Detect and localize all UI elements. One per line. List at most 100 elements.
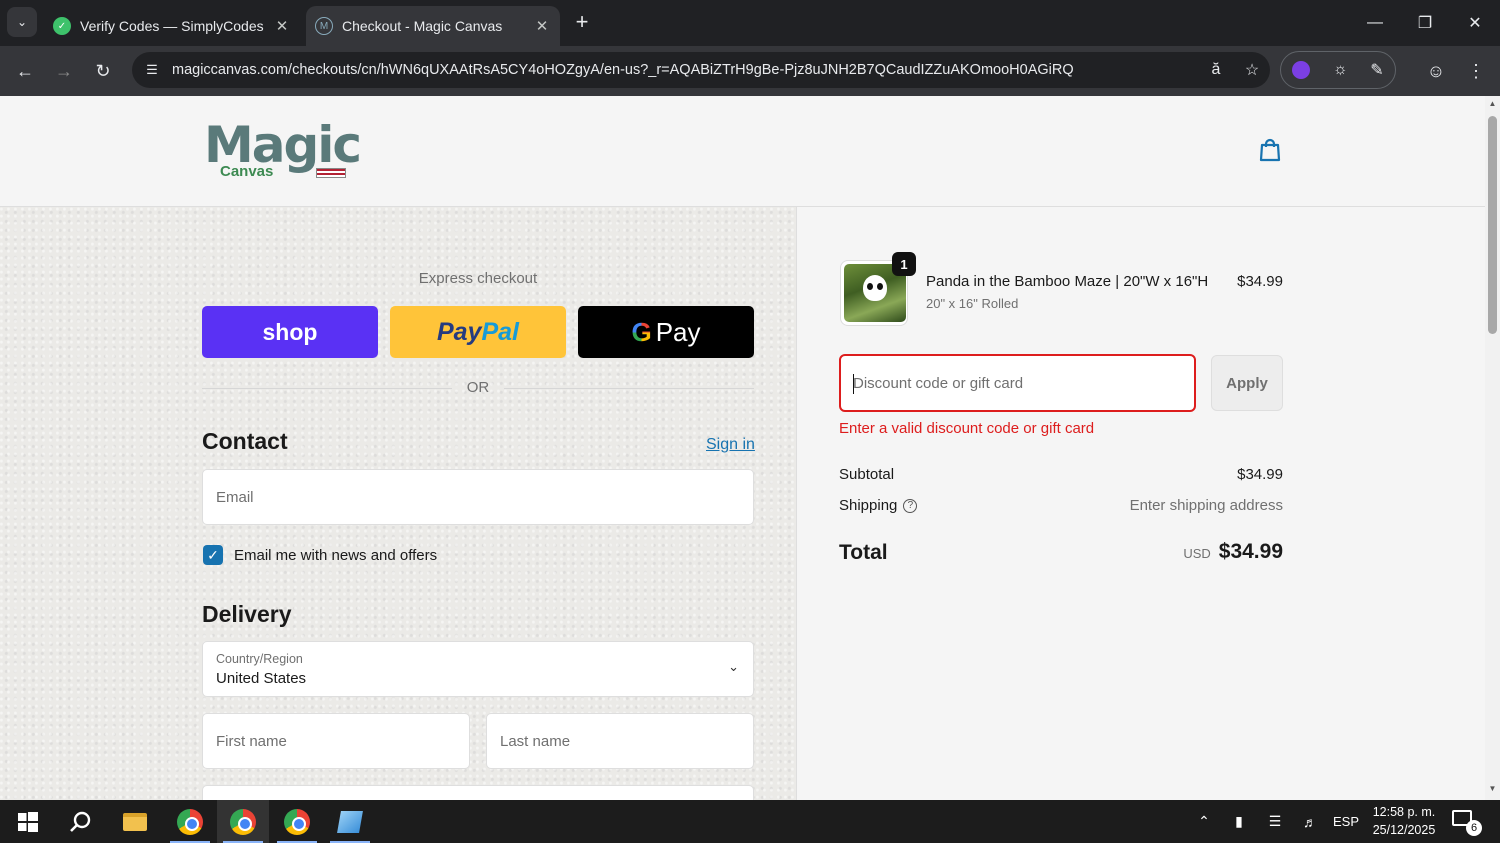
email-field[interactable]: Email [202,469,754,525]
globe-icon[interactable]: ☼ [1333,61,1348,79]
country-value: United States [216,670,307,687]
chrome-taskbar-icon[interactable] [164,800,216,843]
or-label: OR [466,379,490,396]
translate-icon[interactable]: ă [1198,61,1234,79]
subtotal-value: $34.99 [1237,466,1283,483]
forward-button[interactable]: → [49,56,79,86]
shop-pay-button[interactable]: shop [202,306,378,358]
contact-heading: Contact [202,428,288,454]
last-name-field[interactable]: Last name [486,713,754,769]
usa-flag-icon [316,168,346,178]
file-explorer-icon[interactable] [109,800,161,843]
close-tab-icon[interactable]: ✕ [532,16,552,36]
tab-title: Checkout - Magic Canvas [342,18,503,34]
simplycodes-icon: ✓ [53,17,71,35]
newsletter-checkbox[interactable]: ✓ [203,545,223,565]
language-indicator[interactable]: ESP [1330,800,1362,843]
chrome-taskbar-icon[interactable] [217,800,269,843]
windows-taskbar: ⌃ ▮ ☰ ♬ ESP 12:58 p. m. 25/12/2025 6 [0,800,1500,843]
discount-code-input[interactable]: Discount code or gift card [839,354,1196,412]
clock[interactable]: 12:58 p. m. 25/12/2025 [1364,803,1444,839]
checkout-form: Express checkout shop Pay Pal G Pay OR Co… [0,207,797,800]
minimize-button[interactable]: — [1350,0,1400,46]
puzzle-icon[interactable]: ✎ [1370,60,1383,80]
scroll-up-arrow-icon[interactable]: ▲ [1488,99,1497,108]
total-value: $34.99 [1218,540,1283,563]
shipping-value: Enter shipping address [1129,497,1283,514]
profile-icon[interactable]: ☺ [1421,56,1451,86]
search-icon[interactable] [54,800,106,843]
product-name: Panda in the Bamboo Maze | 20"W x 16"H [926,273,1209,290]
subtotal-label: Subtotal [839,466,895,483]
scrollbar-thumb[interactable] [1488,116,1497,334]
close-tab-icon[interactable]: ✕ [272,16,292,36]
chevron-down-icon: ⌄ [728,659,739,674]
quantity-badge: 1 [892,252,916,276]
start-button[interactable] [2,800,54,843]
clock-date: 25/12/2025 [1372,823,1436,837]
order-summary: 1 Panda in the Bamboo Maze | 20"W x 16"H… [798,207,1485,800]
tab-search-button[interactable]: ⌄ [7,7,37,37]
site-info-icon[interactable]: ☰ [142,62,162,78]
tab-magic-canvas[interactable]: M Checkout - Magic Canvas ✕ [306,6,560,46]
product-variant: 20" x 16" Rolled [926,296,1019,311]
help-circle-icon[interactable]: ? [903,499,918,514]
shop-pay-label: shop [262,318,318,345]
email-placeholder: Email [216,489,254,506]
wifi-icon[interactable]: ☰ [1260,800,1290,843]
tab-simplycodes[interactable]: ✓ Verify Codes — SimplyCodes ✕ [44,6,300,46]
address-field[interactable] [202,785,754,800]
back-button[interactable]: ← [10,56,40,86]
divider [202,388,452,389]
shipping-label: Shipping [839,497,898,514]
discount-placeholder: Discount code or gift card [853,375,1024,392]
windows-logo-icon [18,811,38,832]
paypal-label-2: Pal [481,317,519,346]
site-header: Magic Canvas [0,96,1485,207]
country-label: Country/Region [216,652,303,666]
reload-button[interactable]: ↻ [88,56,118,86]
magic-canvas-logo[interactable]: Magic Canvas [202,116,362,184]
product-price: $34.99 [1237,273,1283,290]
new-tab-button[interactable]: + [570,9,594,34]
panda-eye [877,283,883,290]
checkmark-icon: ✓ [207,546,219,563]
sign-in-link[interactable]: Sign in [706,436,755,454]
scroll-down-arrow-icon[interactable]: ▼ [1488,784,1497,793]
newsletter-label[interactable]: Email me with news and offers [234,547,437,564]
bookmark-star-icon[interactable]: ☆ [1234,60,1270,80]
total-label: Total [839,541,888,564]
address-bar[interactable]: ☰ magiccanvas.com/checkouts/cn/hWN6qUXAA… [132,52,1270,88]
apply-button[interactable]: Apply [1211,355,1283,411]
menu-kebab-icon[interactable]: ⋮ [1461,56,1491,86]
browser-tab-bar: ⌄ ✓ Verify Codes — SimplyCodes ✕ M Check… [0,0,1500,46]
app-taskbar-icon[interactable] [324,800,376,843]
page-scrollbar[interactable]: ▲ ▼ [1485,96,1500,800]
close-window-button[interactable]: ✕ [1450,0,1500,46]
paypal-button[interactable]: Pay Pal [390,306,566,358]
restore-button[interactable]: ❐ [1400,0,1450,46]
last-name-placeholder: Last name [500,733,571,750]
first-name-field[interactable]: First name [202,713,470,769]
volume-icon[interactable]: ♬ [1295,800,1325,843]
shopping-bag-icon[interactable] [1256,136,1284,164]
url-text[interactable]: magiccanvas.com/checkouts/cn/hWN6qUXAAtR… [172,62,1198,78]
paypal-label-1: Pay [436,317,482,346]
google-pay-button[interactable]: G Pay [578,306,754,358]
first-name-placeholder: First name [216,733,287,750]
show-hidden-icons-chevron-icon[interactable]: ⌃ [1190,800,1218,843]
country-select[interactable]: Country/Region United States ⌄ [202,641,754,697]
checkout-page: Magic Canvas Express checkout shop Pay Pa… [0,96,1485,800]
notification-count: 6 [1466,820,1482,836]
panda-eye [867,283,873,290]
battery-icon[interactable]: ▮ [1225,800,1253,843]
divider [504,388,754,389]
extensions-group: ☼ ✎ [1280,51,1396,89]
notification-center-icon[interactable]: 6 [1452,808,1482,836]
total-currency: USD [1183,546,1211,561]
logo-subtext: Canvas [220,163,274,180]
clock-time: 12:58 p. m. [1372,805,1436,819]
chevron-down-icon: ⌄ [16,15,28,29]
chrome-taskbar-icon[interactable] [271,800,323,843]
extension-purple-icon[interactable] [1292,61,1311,79]
